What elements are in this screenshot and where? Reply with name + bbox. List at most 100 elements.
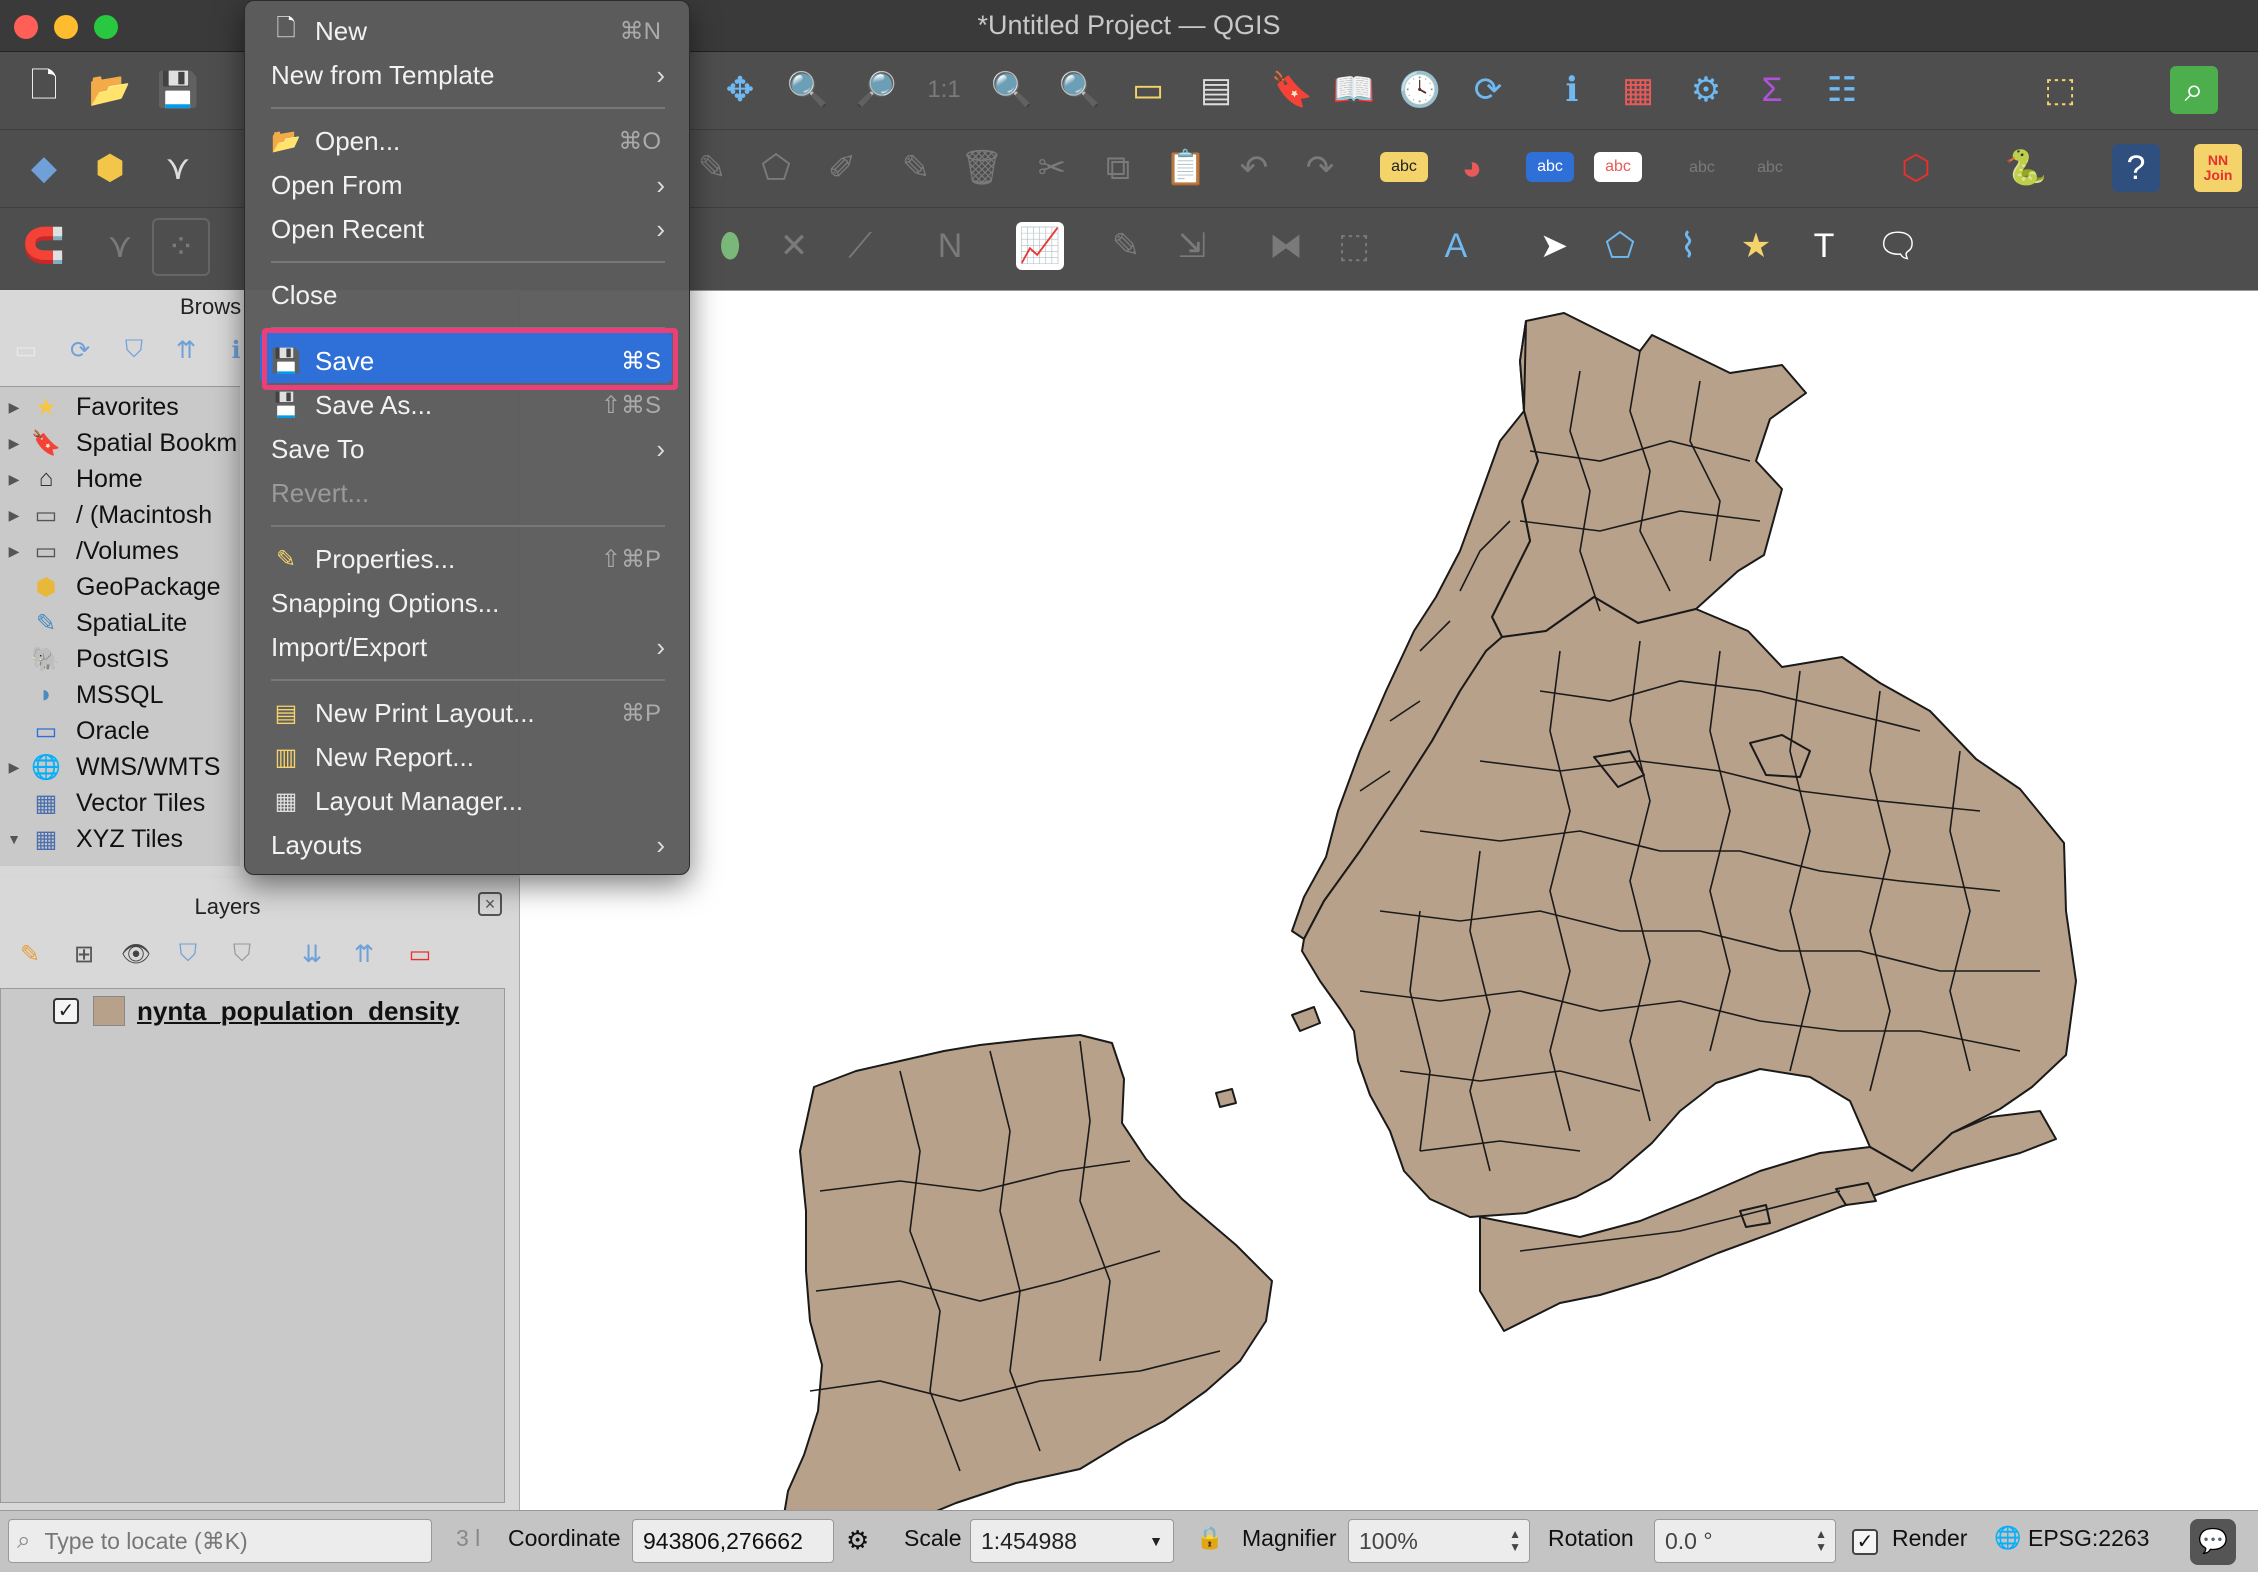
split-features-icon[interactable]: ⟋ — [836, 222, 884, 270]
copy-features-icon[interactable]: ⧉ — [1094, 144, 1142, 192]
profile-tool-icon[interactable]: 📈 — [1016, 222, 1064, 270]
digitize-tool-icon[interactable]: ✎ — [688, 144, 736, 192]
modify-attributes-icon[interactable]: ✎ — [892, 144, 940, 192]
pan-map-icon[interactable]: ✥ — [716, 66, 764, 114]
menu-item-new-report[interactable]: ▥ New Report... — [245, 735, 691, 779]
browser-item[interactable]: ▶ ★ Favorites — [0, 389, 240, 425]
menu-item-import-export[interactable]: Import/Export › — [245, 625, 691, 669]
browser-item[interactable]: ▦ Vector Tiles — [0, 785, 240, 821]
cut-features-icon[interactable]: ✂ — [1028, 144, 1076, 192]
menu-item-layout-manager[interactable]: ▦ Layout Manager... — [245, 779, 691, 823]
menu-item-properties[interactable]: ✎ Properties... ⇧⌘P — [245, 537, 691, 581]
browser-item[interactable]: ▼ ▦ XYZ Tiles — [0, 821, 240, 857]
browser-item[interactable]: ▶ ⌂ Home — [0, 461, 240, 497]
statistical-summary-icon[interactable]: Σ — [1748, 66, 1796, 114]
chevron-right-icon[interactable]: ▶ — [0, 471, 28, 488]
new-geopackage-layer-icon[interactable]: ⬢ — [86, 144, 134, 192]
browser-item[interactable]: ▭ Oracle — [0, 713, 240, 749]
toggle-extents-icon[interactable]: ⚙ — [846, 1525, 869, 1556]
filter-legend-icon[interactable]: ⛉ — [168, 934, 208, 974]
chevron-down-icon[interactable]: ▼ — [0, 831, 28, 847]
filter-browser-icon[interactable]: ⛉ — [114, 330, 154, 370]
settings-gear-icon[interactable]: ⚙ — [1682, 66, 1730, 114]
diagram-icon[interactable]: ◕ — [1448, 144, 1496, 192]
collapse-all-icon[interactable]: ⇈ — [166, 330, 206, 370]
python-console-icon[interactable]: 🐍 — [2002, 144, 2050, 192]
undo-icon[interactable]: ↶ — [1230, 144, 1278, 192]
crs-label[interactable]: EPSG:2263 — [2028, 1525, 2149, 1552]
data-source-manager-icon[interactable]: ◆ — [20, 144, 68, 192]
browser-item[interactable]: ✎ SpatiaLite — [0, 605, 240, 641]
select-features-icon[interactable]: ⬚ — [2036, 66, 2084, 114]
highlight-label-icon[interactable]: abc — [1594, 152, 1642, 182]
coordinate-field[interactable]: 943806,276662 — [632, 1519, 834, 1563]
add-ring-icon[interactable]: ⬮ — [706, 222, 754, 270]
locator-search-icon[interactable]: ⌕ — [2170, 66, 2218, 114]
browser-item[interactable]: ▶ 🔖 Spatial Bookm — [0, 425, 240, 461]
render-checkbox[interactable]: ✓ — [1852, 1529, 1878, 1555]
vertex-editor-icon[interactable]: ⋎ — [96, 222, 144, 270]
pin-label-icon[interactable]: abc — [1526, 152, 1574, 182]
layer-visibility-checkbox[interactable]: ✓ — [53, 998, 79, 1024]
show-hide-label-icon[interactable]: abc — [1746, 144, 1794, 192]
label-tool-icon[interactable]: abc — [1380, 152, 1428, 182]
vertex-tool-icon[interactable]: ✐ — [818, 144, 866, 192]
zoom-out-icon[interactable]: 🔎 — [852, 66, 900, 114]
refresh-icon[interactable]: ⟳ — [1464, 66, 1512, 114]
nnjoin-plugin-icon[interactable]: NN Join — [2194, 144, 2242, 192]
pencil-tool-icon[interactable]: ✎ — [1102, 222, 1150, 270]
save-project-icon[interactable]: 💾 — [154, 66, 202, 114]
rotation-spinbox[interactable]: 0.0 ° ▲ ▼ — [1654, 1519, 1836, 1563]
new-project-icon[interactable]: 🗋 — [20, 66, 68, 114]
add-marker-annotation-icon[interactable]: ★ — [1732, 222, 1780, 270]
select-by-location-icon[interactable]: ⇲ — [1168, 222, 1216, 270]
new-bookmark-icon[interactable]: ▭ — [1124, 66, 1172, 114]
refresh-browser-icon[interactable]: ⟳ — [60, 330, 100, 370]
close-panel-icon[interactable]: × — [478, 892, 502, 916]
delete-ring-icon[interactable]: ✕ — [770, 222, 818, 270]
menu-item-new-from-template[interactable]: New from Template › — [245, 53, 691, 97]
help-icon[interactable]: ? — [2112, 144, 2160, 192]
layer-name[interactable]: nynta_population_density — [137, 996, 459, 1027]
visibility-eye-icon[interactable]: 👁 — [116, 934, 156, 974]
geometry-checker-icon[interactable]: ⬡ — [1892, 144, 1940, 192]
menu-item-new-print-layout[interactable]: ▤ New Print Layout... ⌘P — [245, 691, 691, 735]
chevron-right-icon[interactable]: ▶ — [0, 399, 28, 416]
chevron-right-icon[interactable]: ▶ — [0, 543, 28, 560]
open-attribute-table-icon[interactable]: ☷ — [1818, 66, 1866, 114]
snapping-mode-icon[interactable]: ⁘ — [152, 218, 210, 276]
select-pointer-icon[interactable]: ➤ — [1530, 222, 1578, 270]
identify-features-icon[interactable]: ℹ — [1548, 66, 1596, 114]
menu-item-save-as[interactable]: 💾 Save As... ⇧⌘S — [245, 383, 691, 427]
expand-all-icon[interactable]: ⇊ — [292, 934, 332, 974]
text-box-annotation-icon[interactable]: 🗨 — [1874, 222, 1922, 270]
lock-scale-icon[interactable]: 🔒 — [1196, 1525, 1223, 1551]
layer-styling-icon[interactable]: ✎ — [10, 934, 50, 974]
menu-item-layouts[interactable]: Layouts › — [245, 823, 691, 867]
merge-features-icon[interactable]: ⧓ — [1262, 222, 1310, 270]
menu-item-open[interactable]: 📂 Open... ⌘O — [245, 119, 691, 163]
chevron-right-icon[interactable]: ▶ — [0, 507, 28, 524]
paste-features-icon[interactable]: 📋 — [1162, 144, 1210, 192]
browser-item[interactable]: ◗ MSSQL — [0, 677, 240, 713]
menu-item-save-to[interactable]: Save To › — [245, 427, 691, 471]
show-bookmarks-icon[interactable]: ▤ — [1192, 66, 1240, 114]
snapping-magnet-icon[interactable]: 🧲 — [20, 222, 68, 270]
filter-expression-icon[interactable]: ⛉ — [222, 934, 262, 974]
magnifier-spinbox[interactable]: 100% ▲ ▼ — [1348, 1519, 1530, 1563]
offset-curve-icon[interactable]: ⬚ — [1330, 222, 1378, 270]
redo-icon[interactable]: ↷ — [1296, 144, 1344, 192]
reshape-features-icon[interactable]: N — [926, 222, 974, 270]
add-group-icon[interactable]: ⊞ — [64, 934, 104, 974]
messages-bubble-icon[interactable]: 💬 — [2190, 1519, 2236, 1565]
spatial-bookmark-icon[interactable]: 🔖 — [1268, 66, 1316, 114]
add-polygon-icon[interactable]: ⬠ — [752, 144, 800, 192]
menu-item-save[interactable]: 💾 Save ⌘S — [245, 339, 691, 383]
menu-item-snapping-options[interactable]: Snapping Options... — [245, 581, 691, 625]
new-shapefile-layer-icon[interactable]: ⋎ — [154, 144, 202, 192]
menu-item-open-from[interactable]: Open From › — [245, 163, 691, 207]
menu-item-close[interactable]: Close — [245, 273, 691, 317]
add-polygon-annotation-icon[interactable]: ⬠ — [1596, 222, 1644, 270]
remove-layer-icon[interactable]: ▭ — [400, 934, 440, 974]
add-selected-layers-icon[interactable]: ▭ — [6, 330, 46, 370]
